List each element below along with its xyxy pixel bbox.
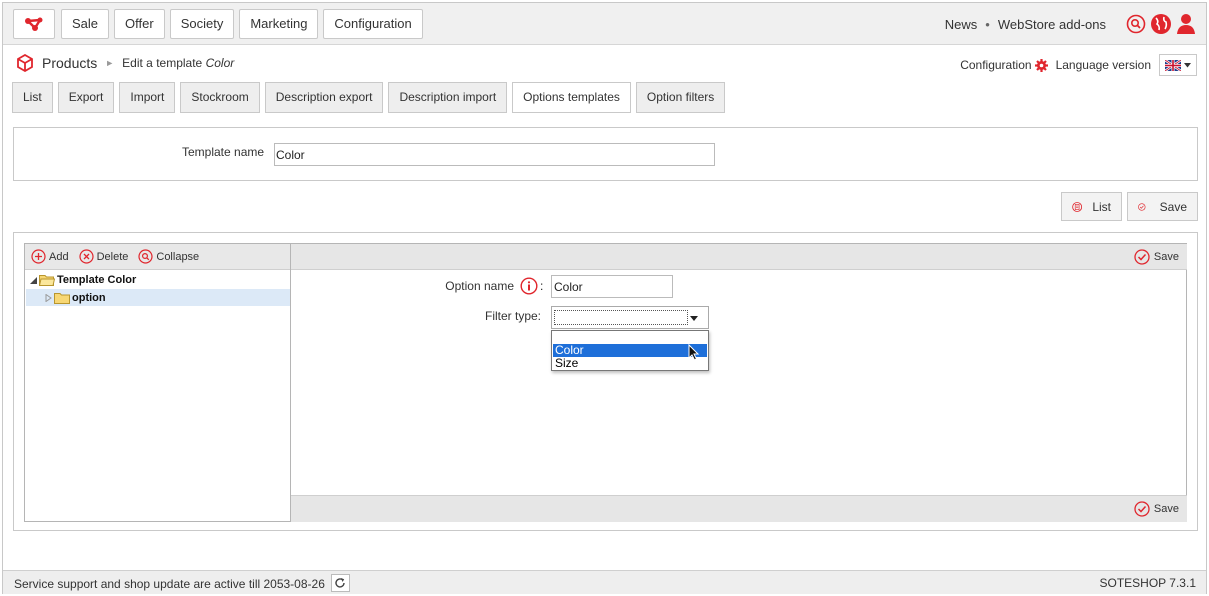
header-right-controls: Configuration Language version — [960, 54, 1197, 76]
option-name-label: Option name — [445, 279, 514, 293]
select-focus-ring — [554, 310, 688, 325]
save-button[interactable]: Save — [1127, 192, 1198, 221]
template-name-input[interactable]: Color — [274, 143, 715, 166]
top-icons — [1126, 13, 1196, 35]
editor-save-bottom-label: Save — [1153, 503, 1179, 515]
language-version-label: Language version — [1055, 58, 1151, 72]
mouse-cursor-icon — [688, 344, 700, 361]
folder-icon — [54, 293, 70, 304]
collapsed-triangle-icon[interactable] — [45, 294, 52, 302]
tree-node-root[interactable]: Template Color — [30, 274, 136, 286]
editor-bottom-bar: Save — [291, 495, 1187, 522]
template-name-label: Template name — [182, 145, 265, 159]
menu-sale[interactable]: Sale — [61, 9, 110, 39]
support-text: Service support and shop update are acti… — [14, 577, 325, 591]
home-logo-button[interactable] — [13, 9, 55, 39]
user-icon[interactable] — [1176, 13, 1196, 35]
tree-node-option-label: option — [72, 292, 106, 304]
tab-stockroom[interactable]: Stockroom — [180, 82, 260, 113]
delete-node-button[interactable]: Delete — [78, 249, 129, 264]
editor-save-top-label: Save — [1153, 251, 1179, 263]
addons-link[interactable]: WebStore add-ons — [998, 17, 1106, 32]
tab-options-templates[interactable]: Options templates — [512, 82, 631, 113]
check-circle-icon — [1138, 202, 1146, 211]
breadcrumb: Products ► Edit a template Color — [16, 54, 234, 72]
tab-export[interactable]: Export — [57, 82, 115, 113]
expanded-triangle-icon[interactable] — [30, 276, 37, 284]
search-icon[interactable] — [1126, 14, 1146, 34]
menu-society[interactable]: Society — [169, 9, 235, 39]
product-tabs: List Export Import Stockroom Description… — [12, 82, 726, 113]
gear-icon — [1034, 58, 1048, 72]
version-text: SOTESHOP 7.3.1 — [1099, 576, 1197, 590]
check-circle-icon — [1134, 501, 1150, 517]
menu-offer[interactable]: Offer — [114, 9, 165, 39]
plus-circle-icon — [31, 249, 46, 264]
menu-configuration[interactable]: Configuration — [323, 9, 423, 39]
collapse-search-icon — [138, 249, 153, 264]
breadcrumb-current: Edit a template Color — [122, 56, 234, 70]
tree-node-option[interactable]: option — [45, 292, 106, 304]
configuration-label: Configuration — [960, 58, 1032, 72]
filter-option-size[interactable]: Size — [553, 357, 707, 370]
collapse-tree-button[interactable]: Collapse — [138, 249, 199, 264]
list-icon — [1072, 201, 1083, 212]
breadcrumb-current-prefix: Edit a template — [122, 56, 203, 70]
add-node-button[interactable]: Add — [31, 249, 69, 264]
add-label: Add — [49, 250, 69, 263]
tab-list[interactable]: List — [12, 82, 53, 113]
soteshop-logo-icon — [25, 17, 43, 31]
configuration-link[interactable]: Configuration — [960, 58, 1048, 72]
main-menu: Sale Offer Society Marketing Configurati… — [61, 9, 423, 39]
page-title[interactable]: Products — [42, 55, 97, 71]
options-tree: Add Delete Collapse Template Color optio… — [24, 243, 291, 522]
chevron-down-icon — [1184, 62, 1191, 67]
collapse-label: Collapse — [156, 250, 200, 263]
tree-node-root-label: Template Color — [57, 274, 137, 286]
list-button-label: List — [1092, 199, 1111, 214]
globe-icon[interactable] — [1150, 13, 1172, 35]
filter-type-dropdown: Color Size — [551, 330, 709, 371]
tree-toolbar: Add Delete Collapse — [25, 244, 290, 270]
option-editor: Save Option name : Color Filter type: Co… — [291, 243, 1187, 522]
check-circle-icon — [1134, 249, 1150, 265]
support-status: Service support and shop update are acti… — [14, 574, 350, 592]
breadcrumb-arrow: ► — [105, 58, 115, 68]
product-box-icon — [17, 54, 33, 72]
language-select[interactable] — [1159, 54, 1197, 76]
save-button-label: Save — [1159, 199, 1187, 214]
folder-open-icon — [39, 275, 55, 286]
colon-text: : — [540, 279, 544, 293]
separator-dot: • — [985, 17, 990, 32]
tab-description-import[interactable]: Description import — [388, 82, 508, 113]
tab-import[interactable]: Import — [119, 82, 176, 113]
top-navigation-bar: Sale Offer Society Marketing Configurati… — [3, 3, 1206, 45]
editor-save-bottom-button[interactable]: Save — [1134, 501, 1179, 517]
status-footer: Service support and shop update are acti… — [3, 570, 1206, 594]
tab-option-filters[interactable]: Option filters — [635, 82, 726, 113]
filter-type-label: Filter type: — [484, 309, 541, 323]
option-name-input[interactable]: Color — [551, 275, 673, 298]
breadcrumb-current-name: Color — [205, 56, 235, 70]
template-name-panel: Template name Color — [13, 127, 1198, 181]
delete-label: Delete — [96, 250, 129, 263]
tab-description-export[interactable]: Description export — [264, 82, 384, 113]
options-editor-panel: Add Delete Collapse Template Color optio… — [13, 232, 1198, 531]
caret-down-icon — [690, 316, 698, 321]
info-icon[interactable] — [520, 277, 538, 295]
top-links: News • WebStore add-ons — [945, 17, 1106, 32]
news-link[interactable]: News — [945, 17, 978, 32]
refresh-button[interactable] — [330, 574, 350, 592]
editor-save-top-button[interactable]: Save — [1134, 249, 1179, 265]
list-button[interactable]: List — [1061, 192, 1122, 221]
delete-circle-icon — [78, 249, 94, 264]
menu-marketing[interactable]: Marketing — [239, 9, 319, 39]
filter-type-select[interactable] — [551, 306, 709, 329]
editor-top-bar: Save — [291, 244, 1187, 270]
uk-flag-icon — [1165, 59, 1181, 71]
refresh-icon — [335, 578, 346, 588]
